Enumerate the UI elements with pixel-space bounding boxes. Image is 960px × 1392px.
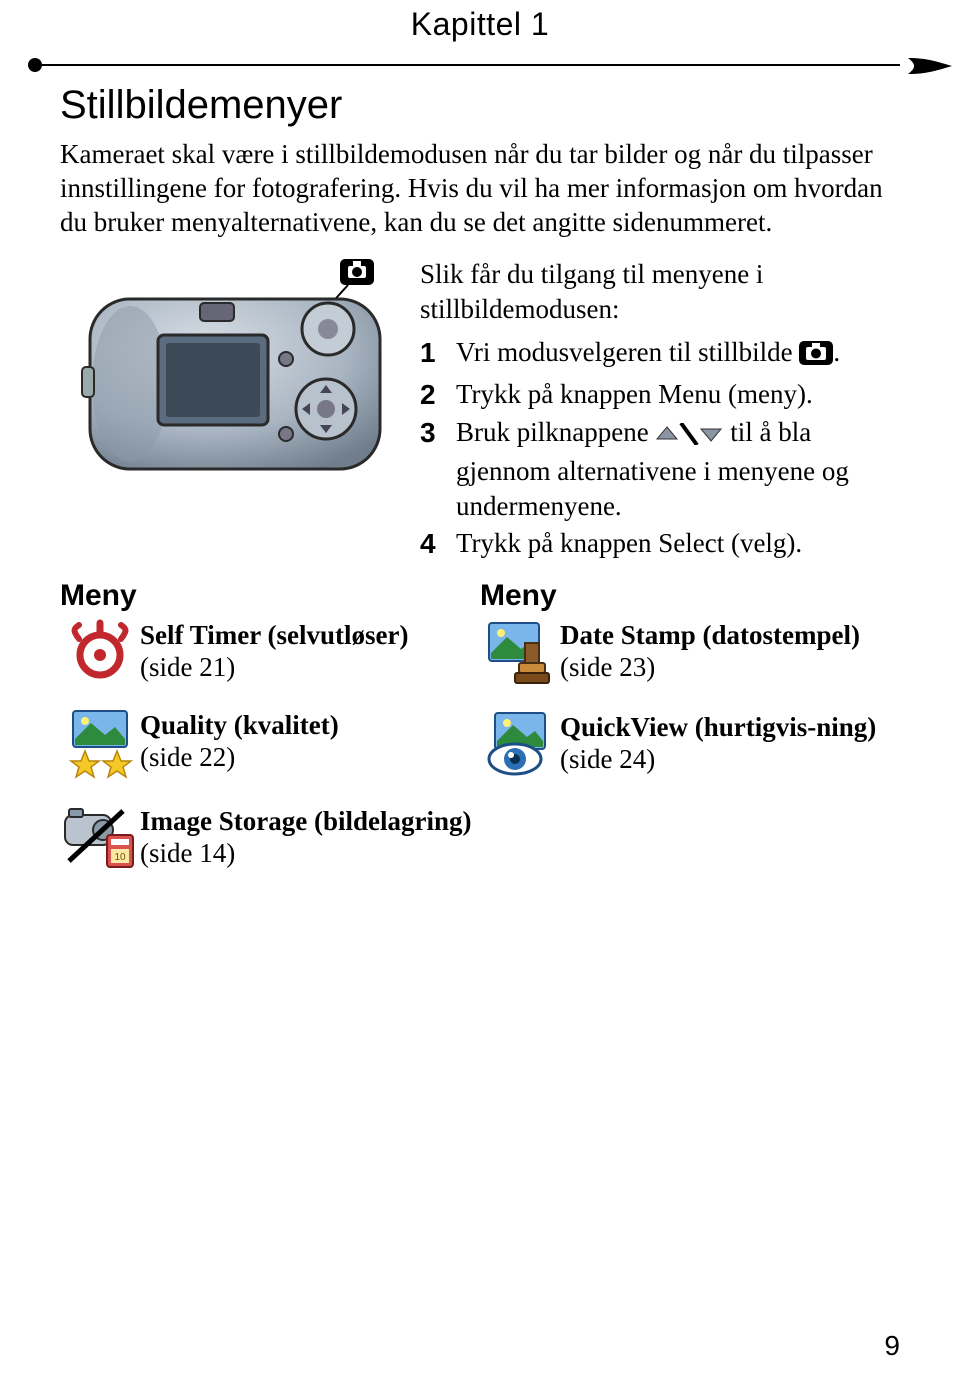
svg-text:10: 10: [114, 852, 126, 863]
quality-icon: [60, 709, 140, 781]
chapter-label: Kapittel 1: [60, 6, 900, 43]
step-1: 1 Vri modusvelgeren til stillbilde .: [420, 335, 900, 374]
quickview-icon: [480, 711, 560, 777]
step-number: 2: [420, 377, 456, 413]
menu-item-title: Date Stamp (datostempel): [560, 620, 860, 650]
step-text: Vri modusvelgeren til stillbilde .: [456, 335, 900, 374]
up-down-arrows-icon: [655, 419, 723, 454]
step-number: 1: [420, 335, 456, 371]
menu-item-title: QuickView (hurtigvis-ning): [560, 712, 876, 742]
menu-item-page: (side 22): [140, 742, 235, 772]
step-number: 3: [420, 415, 456, 451]
camera-mode-icon: [799, 339, 833, 374]
step-text: Trykk på knappen Menu (meny).: [456, 377, 900, 412]
menu-item-page: (side 24): [560, 744, 655, 774]
menu-item-quality: Quality (kvalitet) (side 22): [60, 709, 480, 781]
menu-item-quickview: QuickView (hurtigvis-ning) (side 24): [480, 711, 900, 777]
menu-item-title: Self Timer (selvutløser): [140, 620, 408, 650]
steps-intro: Slik får du tilgang til menyene i stillb…: [420, 257, 900, 327]
menu-item-title: Quality (kvalitet): [140, 710, 339, 740]
page-number: 9: [884, 1330, 900, 1362]
header-decoration: [30, 50, 900, 80]
image-storage-icon: 10: [60, 805, 140, 871]
self-timer-icon: [60, 619, 140, 685]
step-text: Bruk pilknappene til å bla gjennom alter…: [456, 415, 900, 524]
menu-item-page: (side 21): [140, 652, 235, 682]
intro-paragraph: Kameraet skal være i stillbildemodusen n…: [60, 138, 900, 239]
menu-item-page: (side 14): [140, 838, 235, 868]
menu-item-date-stamp: Date Stamp (datostempel) (side 23): [480, 619, 900, 687]
camera-illustration: [60, 255, 420, 564]
step-2: 2 Trykk på knappen Menu (meny).: [420, 377, 900, 413]
menu-heading-left: Meny: [60, 579, 480, 613]
step-3: 3 Bruk pilknappene til å bla gjennom alt…: [420, 415, 900, 524]
step-text: Trykk på knappen Select (velg).: [456, 526, 900, 561]
menu-item-image-storage: 10 Image Storage (bildelagring) (side 14…: [60, 805, 480, 871]
page-title: Stillbildemenyer: [60, 83, 900, 128]
date-stamp-icon: [480, 619, 560, 687]
menu-item-self-timer: Self Timer (selvutløser) (side 21): [60, 619, 480, 685]
menu-item-title: Image Storage (bildelagring): [140, 806, 471, 836]
step-number: 4: [420, 526, 456, 562]
menu-item-page: (side 23): [560, 652, 655, 682]
step-4: 4 Trykk på knappen Select (velg).: [420, 526, 900, 562]
menu-heading-right: Meny: [480, 579, 900, 613]
